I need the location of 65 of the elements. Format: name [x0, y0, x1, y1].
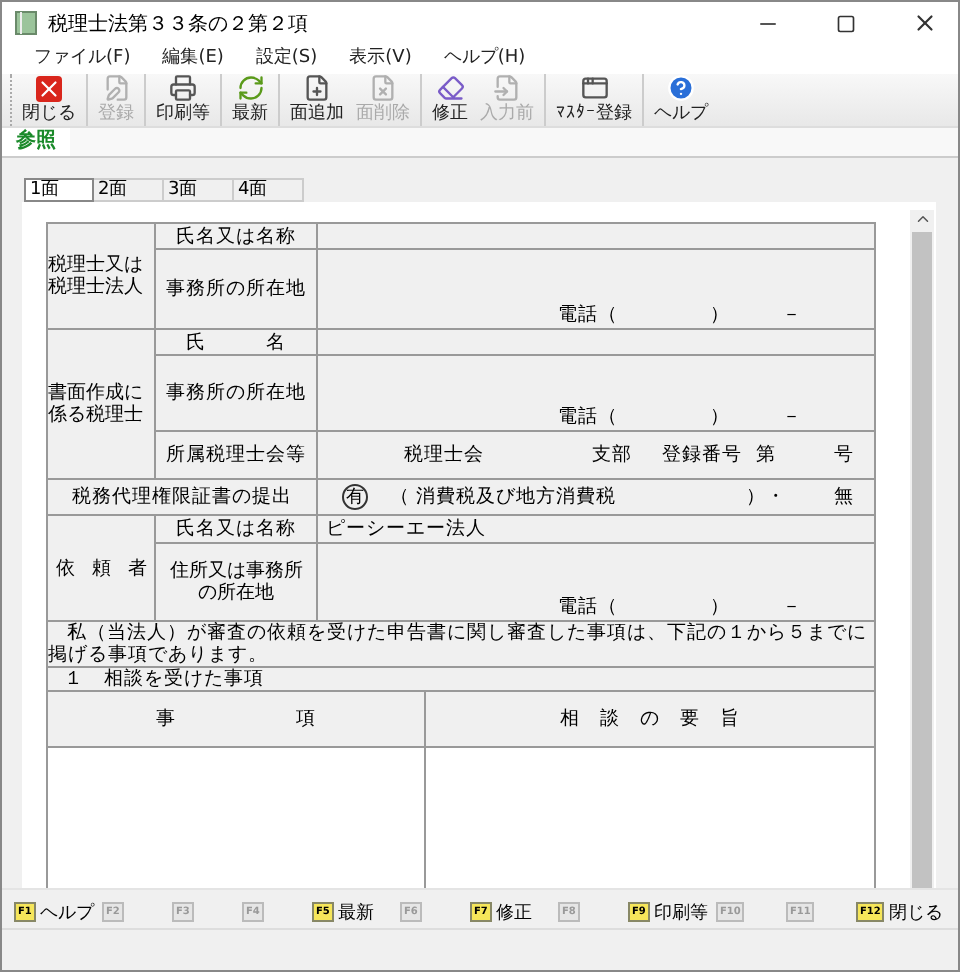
- form-label: ）・: [746, 484, 788, 510]
- phone-label: 電話（: [558, 304, 618, 328]
- form-label: 事務所の所在地: [155, 355, 317, 431]
- column-header: 事 項: [47, 691, 425, 747]
- pencil-document-icon: [101, 74, 131, 102]
- page-tab[interactable]: 1面: [24, 178, 94, 202]
- form-label: 支部: [590, 442, 634, 468]
- scroll-thumb[interactable]: [912, 232, 932, 888]
- phone-label: ）: [710, 406, 730, 430]
- form-label: 事務所の所在地: [155, 249, 317, 329]
- menu-item[interactable]: 設定(S): [239, 44, 334, 74]
- printer-icon: [168, 74, 198, 102]
- scrollbar[interactable]: [910, 210, 934, 888]
- document-arrow-icon: [492, 74, 522, 102]
- toolbar-button[interactable]: 修正: [426, 74, 474, 126]
- toolbar-button[interactable]: 印刷等: [150, 74, 216, 126]
- refresh-icon: [235, 74, 265, 102]
- menu-item[interactable]: ファイル(F): [18, 44, 147, 74]
- form-label: （ 消費税及び地方消費税: [390, 484, 619, 510]
- form-value: ピーシーエー法人: [317, 515, 875, 543]
- document-x-icon: [368, 74, 398, 102]
- phone-label: ）: [710, 304, 730, 328]
- menu-item[interactable]: 表示(V): [333, 44, 428, 74]
- phone-label: －: [782, 596, 802, 620]
- toolbar-button[interactable]: ﾏｽﾀｰ登録: [550, 74, 638, 126]
- form-label: 税理士又は 税理士法人: [47, 223, 155, 329]
- form-label: 所属税理士会等: [155, 431, 317, 479]
- form-label: 書面作成に 係る税理士: [47, 329, 155, 479]
- toolbar-button[interactable]: 面追加: [284, 74, 350, 126]
- window-title: 税理士法第３３条の２第２項: [48, 11, 310, 37]
- form-label: 登録番号: [662, 442, 742, 468]
- form-label: 氏名又は名称: [155, 223, 317, 249]
- document-plus-icon: [302, 74, 332, 102]
- statement-text: 私（当法人）が審査の依頼を受けた申告書に関し審査した事項は、下記の１から５までに掲げる事項であります。: [47, 621, 875, 667]
- close-icon[interactable]: [911, 10, 937, 36]
- option-no: 無: [834, 484, 856, 510]
- toolbar-button[interactable]: ヘルプ: [648, 74, 714, 126]
- form-label: 依 頼 者: [47, 515, 155, 621]
- page-tab[interactable]: 4面: [234, 178, 304, 202]
- page-tab[interactable]: 3面: [164, 178, 234, 202]
- toolbar-button[interactable]: 閉じる: [16, 74, 82, 126]
- form-label: 税理士会: [402, 442, 486, 468]
- phone-label: ）: [710, 596, 730, 620]
- form-label: 氏名又は名称: [155, 515, 317, 543]
- eraser-icon: [435, 74, 465, 102]
- book-icon: [14, 10, 38, 36]
- form-label: 第: [754, 442, 778, 468]
- phone-label: －: [782, 406, 802, 430]
- phone-label: 電話（: [558, 406, 618, 430]
- view-tab[interactable]: 参照: [2, 128, 70, 156]
- form-label: 号: [832, 442, 856, 468]
- scroll-up-icon[interactable]: [913, 210, 931, 228]
- option-yes: 有: [342, 484, 368, 510]
- menu-item[interactable]: 編集(E): [146, 44, 240, 74]
- menu-item[interactable]: ヘルプ(H): [427, 44, 542, 74]
- page-tab[interactable]: 2面: [94, 178, 164, 202]
- toolbar-button[interactable]: 最新: [226, 74, 274, 126]
- form-label: 税務代理権限証書の提出: [47, 479, 317, 515]
- form-label: 住所又は事務所 の所在地: [155, 543, 317, 621]
- window-icon: [579, 74, 609, 102]
- phone-label: －: [782, 304, 802, 328]
- form-label: 氏 名: [155, 329, 317, 355]
- maximize-icon[interactable]: [836, 13, 856, 33]
- phone-label: 電話（: [558, 596, 618, 620]
- column-header: 相 談 の 要 旨: [425, 691, 875, 747]
